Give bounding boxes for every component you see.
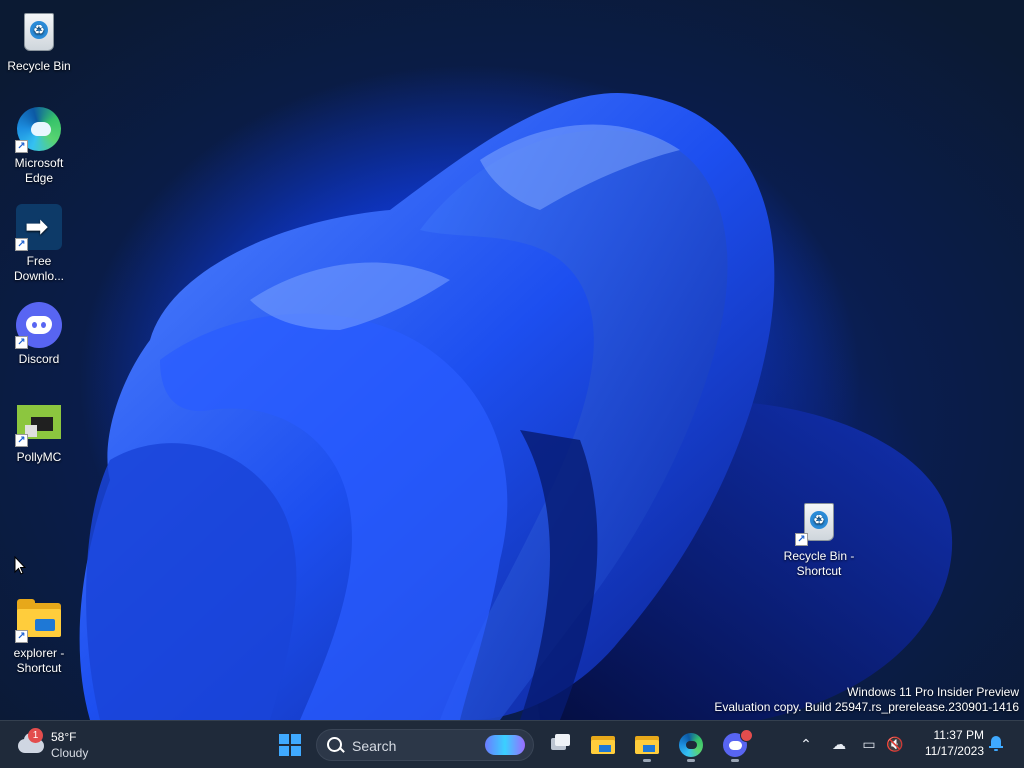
show-hidden-icons-chevron-icon[interactable]: ⌃ [795,733,817,755]
weather-temperature: 58°F [51,730,77,744]
clock-date: 11/17/2023 [924,744,984,758]
notification-badge: 1 [28,728,43,743]
desktop: ♻ Recycle Bin ↗ Microsoft Edge ➡ ↗ Free … [0,0,1024,720]
taskbar-search[interactable]: Search [316,729,534,761]
desktop-icon-label: Recycle Bin - Shortcut [783,549,855,578]
folder-icon: ↗ [15,595,63,643]
network-icon[interactable]: ▭ [858,733,880,755]
search-label: Search [352,738,397,754]
desktop-icon-label: Free Downlo... [13,254,65,283]
edge-taskbar-button[interactable] [673,727,709,763]
weather-widget[interactable]: 1 58°F Cloudy [14,727,104,763]
desktop-icon-discord[interactable]: ↗ Discord [3,301,75,367]
desktop-icon-explorer-shortcut[interactable]: ↗ explorer - Shortcut [3,595,75,676]
desktop-icon-recycle-bin-shortcut[interactable]: ♻ ↗ Recycle Bin - Shortcut [783,498,855,579]
desktop-icon-pollymc[interactable]: ↗ PollyMC [3,399,75,465]
weather-condition: Cloudy [51,746,89,760]
shortcut-arrow-icon: ↗ [15,630,28,643]
discord-taskbar-button[interactable] [717,727,753,763]
discord-icon: ↗ [15,301,63,349]
start-button[interactable] [272,727,308,763]
desktop-icon-microsoft-edge[interactable]: ↗ Microsoft Edge [3,105,75,186]
notification-bell-icon[interactable] [988,735,1004,751]
notification-badge [740,729,753,742]
taskbar-clock[interactable]: 11:37 PM 11/17/2023 [910,727,984,759]
running-indicator [643,759,651,762]
desktop-icon-recycle-bin[interactable]: ♻ Recycle Bin [3,8,75,74]
recycle-bin-icon: ♻ ↗ [795,498,843,546]
file-explorer-running-button[interactable] [629,727,665,763]
recycle-bin-icon: ♻ [15,8,63,56]
desktop-icon-free-download-manager[interactable]: ➡ ↗ Free Downlo... [3,203,75,284]
shortcut-arrow-icon: ↗ [15,434,28,447]
watermark-line2: Evaluation copy. Build 25947.rs_prerelea… [714,700,1019,714]
running-indicator [731,759,739,762]
shortcut-arrow-icon: ↗ [15,336,28,349]
shortcut-arrow-icon: ↗ [15,238,28,251]
windows-watermark: Windows 11 Pro Insider Preview Evaluatio… [714,685,1019,715]
running-indicator [687,759,695,762]
taskbar: 1 58°F Cloudy Search ⌃ ☁ ▭ 🔇 11:37 PM 11… [0,720,1024,768]
wallpaper-bloom [79,92,953,720]
desktop-icon-label: Recycle Bin [7,59,71,73]
mouse-cursor-icon [14,555,27,580]
copilot-icon[interactable] [485,735,525,755]
pollymc-icon: ↗ [15,399,63,447]
edge-icon: ↗ [15,105,63,153]
desktop-icon-label: explorer - Shortcut [13,646,65,675]
shortcut-arrow-icon: ↗ [15,140,28,153]
shortcut-arrow-icon: ↗ [795,533,808,546]
clock-time: 11:37 PM [933,728,984,742]
desktop-icon-label: PollyMC [16,450,62,464]
onedrive-offline-icon[interactable]: ☁ [828,733,850,755]
free-download-manager-icon: ➡ ↗ [15,203,63,251]
watermark-line1: Windows 11 Pro Insider Preview [847,685,1019,699]
desktop-icon-label: Discord [18,352,60,366]
volume-muted-icon[interactable]: 🔇 [884,733,906,755]
file-explorer-button[interactable] [585,727,621,763]
desktop-icon-label: Microsoft Edge [14,156,64,185]
task-view-button[interactable] [541,727,577,763]
